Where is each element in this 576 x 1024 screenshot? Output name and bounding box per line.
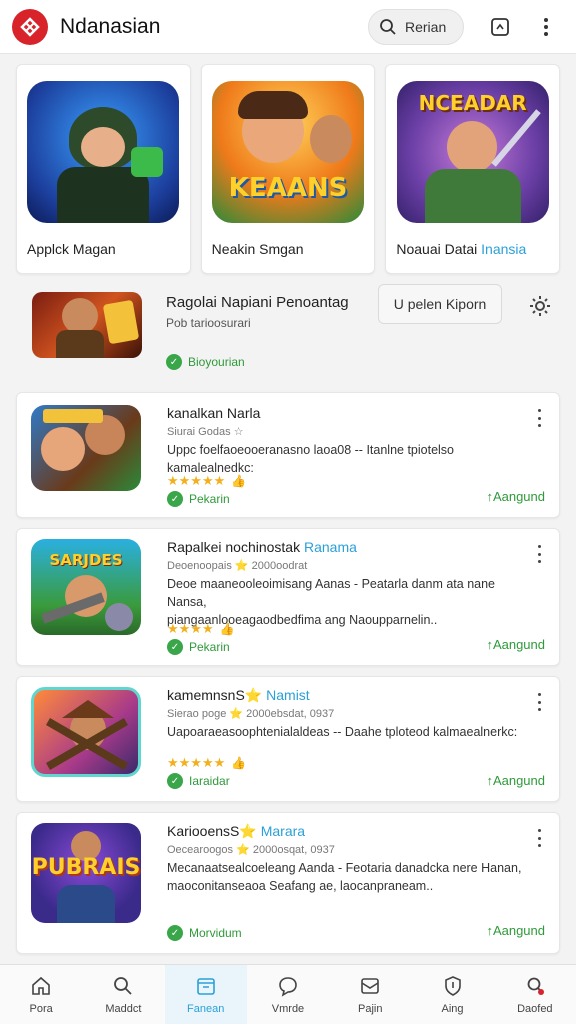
notification-button[interactable] bbox=[482, 9, 518, 45]
search-button[interactable]: Rerian bbox=[368, 8, 464, 45]
shield-icon bbox=[444, 975, 461, 996]
install-button[interactable]: ↑Aangund bbox=[486, 773, 545, 788]
install-button[interactable]: ↑Aangund bbox=[486, 637, 545, 652]
app-title: Ndanasian bbox=[60, 14, 161, 38]
verified-badge: ✓ Pekarin bbox=[167, 491, 230, 507]
promo-badge: ✓ Bioyourian bbox=[166, 354, 245, 370]
thumbs-up-icon: 👍 bbox=[231, 756, 247, 770]
featured-card[interactable]: Applck Magan bbox=[16, 64, 191, 274]
featured-row: Applck Magan KEAANS Neakin Smgan NCEADAR… bbox=[16, 64, 561, 274]
thumbs-up-icon: 👍 bbox=[231, 474, 247, 488]
featured-card[interactable]: KEAANS Neakin Smgan bbox=[200, 64, 376, 274]
bottom-navigation: Pora Maddct Fanean Vmrde Pajin Aing Daof… bbox=[0, 964, 576, 1024]
check-circle-icon: ✓ bbox=[167, 773, 183, 789]
game-icon bbox=[31, 687, 141, 777]
game-name: kanalkan Narla bbox=[167, 405, 261, 421]
game-description: Mecanaatsealcoeleang Aanda - Feotaria da… bbox=[167, 861, 522, 893]
app-logo[interactable] bbox=[12, 8, 48, 45]
featured-game-art bbox=[27, 81, 180, 223]
featured-label: Noauai Datai Inansia bbox=[396, 241, 527, 257]
game-icon bbox=[31, 405, 141, 491]
game-meta: Oecearoogos ⭐ 2000osqat, 0937 bbox=[167, 844, 335, 856]
check-circle-icon: ✓ bbox=[166, 354, 182, 370]
list-item[interactable]: kanalkan Narla Siurai Godas ☆ Uppc foelf… bbox=[16, 392, 560, 518]
install-button[interactable]: ↑Aangund bbox=[486, 923, 545, 938]
nav-item-chat[interactable]: Vmrde bbox=[247, 965, 329, 1024]
profile-icon bbox=[527, 977, 544, 995]
check-circle-icon: ✓ bbox=[167, 491, 183, 507]
list-item[interactable]: PUBRAIS KariooensS⭐ Marara Oecearoogos ⭐… bbox=[16, 812, 560, 954]
nav-item-shield[interactable]: Aing bbox=[411, 965, 493, 1024]
nav-item-inbox[interactable]: Pajin bbox=[329, 965, 411, 1024]
chat-icon bbox=[279, 976, 297, 997]
game-meta: Deoenoopais ⭐ 2000oodrat bbox=[167, 560, 308, 572]
game-name: Rapalkei nochinostak Ranama bbox=[167, 539, 357, 555]
nav-item-search[interactable]: Maddct bbox=[82, 965, 164, 1024]
rating-stars: ★★★★★ 👍 bbox=[167, 755, 247, 770]
featured-art-text: NCEADAR bbox=[418, 91, 527, 115]
search-icon bbox=[114, 976, 133, 995]
more-vert-icon[interactable] bbox=[533, 545, 545, 563]
search-icon bbox=[380, 18, 396, 35]
featured-game-art: NCEADAR bbox=[396, 81, 549, 223]
featured-label: Neakin Smgan bbox=[211, 241, 304, 257]
square-bell-icon bbox=[491, 17, 509, 36]
featured-art-text: KEAANS bbox=[228, 173, 348, 203]
nav-item-home[interactable]: Pora bbox=[0, 965, 82, 1024]
verified-badge: ✓ Morvidum bbox=[167, 925, 242, 941]
more-vert-icon[interactable] bbox=[533, 693, 545, 711]
rating-stars: ★★★★ 👍 bbox=[167, 621, 235, 636]
gear-icon[interactable] bbox=[528, 294, 552, 318]
rating-stars: ★★★★★ 👍 bbox=[167, 473, 247, 488]
nav-item-profile[interactable]: Daofed bbox=[494, 965, 576, 1024]
promo-cta-button[interactable]: U pelen Kiporn bbox=[378, 284, 502, 324]
game-meta: Sierao poge ⭐ 2000ebsdat, 0937 bbox=[167, 708, 335, 720]
game-icon: PUBRAIS bbox=[31, 823, 141, 923]
apps-icon bbox=[196, 977, 215, 995]
nav-item-apps[interactable]: Fanean bbox=[164, 965, 247, 1024]
promo-thumbnail bbox=[32, 292, 142, 358]
game-icon: SARJDES bbox=[31, 539, 141, 635]
game-name: kamemnsnS⭐ Namist bbox=[167, 687, 310, 703]
more-vert-icon[interactable] bbox=[533, 409, 545, 427]
search-label: Rerian bbox=[405, 18, 447, 35]
game-description: Uppc foelfaoeooeranasno laoa08 -- Itanln… bbox=[167, 443, 455, 475]
game-name: KariooensS⭐ Marara bbox=[167, 823, 306, 839]
promo-subtitle: Pob tarioosurari bbox=[166, 316, 251, 330]
more-vert-icon bbox=[544, 17, 548, 36]
game-description: Uapoaraeasoophtenialaldeas -- Daahe tplo… bbox=[167, 725, 518, 739]
featured-card[interactable]: NCEADAR Noauai Datai Inansia bbox=[385, 64, 561, 274]
promo-row[interactable]: Ragolai Napiani Penoantag Pob tarioosura… bbox=[16, 282, 560, 382]
promo-title: Ragolai Napiani Penoantag bbox=[166, 294, 349, 311]
verified-badge: ✓ Iaraidar bbox=[167, 773, 230, 789]
home-icon bbox=[32, 976, 50, 995]
featured-label: Applck Magan bbox=[27, 241, 116, 257]
inbox-icon bbox=[361, 977, 380, 994]
thumbs-up-icon: 👍 bbox=[219, 622, 235, 636]
list-item[interactable]: kamemnsnS⭐ Namist Sierao poge ⭐ 2000ebsd… bbox=[16, 676, 560, 802]
game-meta: Siurai Godas ☆ bbox=[167, 426, 244, 438]
install-button[interactable]: ↑Aangund bbox=[486, 489, 545, 504]
verified-badge: ✓ Pekarin bbox=[167, 639, 230, 655]
check-circle-icon: ✓ bbox=[167, 925, 183, 941]
more-vert-icon[interactable] bbox=[533, 829, 545, 847]
check-circle-icon: ✓ bbox=[167, 639, 183, 655]
featured-game-art: KEAANS bbox=[212, 81, 364, 223]
list-item[interactable]: SARJDES Rapalkei nochinostak Ranama Deoe… bbox=[16, 528, 560, 666]
app-header: Ndanasian Rerian bbox=[0, 0, 576, 54]
overflow-menu-button[interactable] bbox=[528, 9, 564, 45]
